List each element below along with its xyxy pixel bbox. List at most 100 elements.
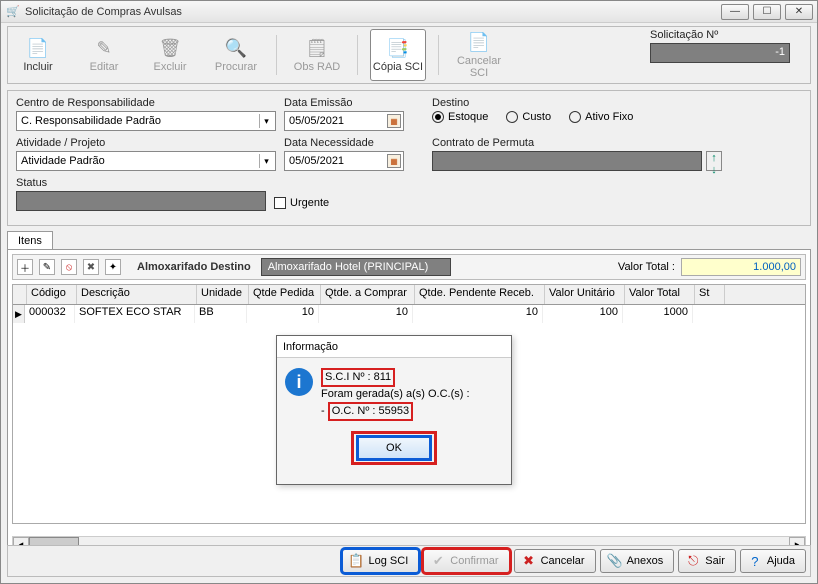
item-edit-button[interactable]: ✎ xyxy=(39,259,55,275)
centro-dropdown[interactable]: C. Responsabilidade Padrão ▾ xyxy=(16,111,276,131)
copy-icon: 📑 xyxy=(387,37,409,59)
col-status[interactable]: St xyxy=(695,285,725,304)
check-icon: ✔ xyxy=(430,553,446,569)
cancelar-button[interactable]: ✖Cancelar xyxy=(514,549,596,573)
data-necessidade-input[interactable]: 05/05/2021 ▦ xyxy=(284,151,404,171)
table-row[interactable]: ▶ 000032 SOFTEX ECO STAR BB 10 10 10 100… xyxy=(13,305,805,323)
contrato-sort-button[interactable]: ↑↓ xyxy=(706,151,722,171)
procurar-button: 🔍Procurar xyxy=(208,29,264,81)
cancel-icon: ✖ xyxy=(521,553,537,569)
destino-radiogroup: Estoque Custo Ativo Fixo xyxy=(432,111,633,123)
col-valor-total[interactable]: Valor Total xyxy=(625,285,695,304)
status-label: Status xyxy=(16,177,266,189)
confirmar-button: ✔Confirmar xyxy=(423,549,509,573)
editar-button: ✎Editar xyxy=(76,29,132,81)
row-selector-header xyxy=(13,285,27,304)
anexos-button[interactable]: 📎Anexos xyxy=(600,549,675,573)
dialog-ok-button[interactable]: OK xyxy=(358,437,430,459)
destino-label: Destino xyxy=(432,97,633,109)
col-valor-unitario[interactable]: Valor Unitário xyxy=(545,285,625,304)
copia-sci-button[interactable]: 📑Cópia SCI xyxy=(370,29,426,81)
attachment-icon: 📎 xyxy=(607,553,623,569)
col-unidade[interactable]: Unidade xyxy=(197,285,249,304)
dialog-title: Informação xyxy=(277,336,511,358)
cell-unidade: BB xyxy=(195,305,247,323)
chevron-down-icon: ▾ xyxy=(259,154,273,168)
urgente-checkbox[interactable] xyxy=(274,197,286,209)
excluir-button: 🗑Excluir xyxy=(142,29,198,81)
dialog-text: Foram gerada(s) a(s) O.C.(s) : xyxy=(321,388,470,400)
col-descricao[interactable]: Descrição xyxy=(77,285,197,304)
centro-label: Centro de Responsabilidade xyxy=(16,97,276,109)
data-emissao-label: Data Emissão xyxy=(284,97,404,109)
solicitacao-value: -1 xyxy=(650,43,790,63)
destino-ativo-radio[interactable]: Ativo Fixo xyxy=(569,111,633,123)
tab-itens[interactable]: Itens xyxy=(7,231,53,250)
radio-icon xyxy=(432,111,444,123)
info-icon: i xyxy=(285,368,313,396)
data-necessidade-value: 05/05/2021 xyxy=(289,155,344,167)
data-emissao-value: 05/05/2021 xyxy=(289,115,344,127)
toolbar-separator xyxy=(276,35,277,75)
toolbar-separator xyxy=(357,35,358,75)
contrato-label: Contrato de Permuta xyxy=(432,137,722,149)
calendar-icon[interactable]: ▦ xyxy=(387,154,401,168)
minimize-button[interactable]: — xyxy=(721,4,749,20)
atividade-value: Atividade Padrão xyxy=(21,155,105,167)
grid-header: Código Descrição Unidade Qtde Pedida Qtd… xyxy=(13,285,805,305)
col-qtde-pedida[interactable]: Qtde Pedida xyxy=(249,285,321,304)
oc-number: O.C. Nº : 55953 xyxy=(328,402,413,421)
maximize-button[interactable]: ☐ xyxy=(753,4,781,20)
ajuda-button[interactable]: ?Ajuda xyxy=(740,549,806,573)
exit-icon: ⎋ xyxy=(685,553,701,569)
help-icon: ? xyxy=(747,553,763,569)
sci-number: S.C.I Nº : 811 xyxy=(321,368,395,387)
cancelar-sci-button: 📄Cancelar SCI xyxy=(451,29,507,81)
window-title: Solicitação de Compras Avulsas xyxy=(25,6,721,18)
destino-estoque-radio[interactable]: Estoque xyxy=(432,111,488,123)
atividade-dropdown[interactable]: Atividade Padrão ▾ xyxy=(16,151,276,171)
items-toolbar: ＋ ✎ ⦸ ✖ ✦ Almoxarifado Destino Almoxarif… xyxy=(12,254,806,280)
app-window: 🛒 Solicitação de Compras Avulsas — ☐ ✕ 📄… xyxy=(0,0,818,584)
item-add-button[interactable]: ＋ xyxy=(17,259,33,275)
destino-custo-radio[interactable]: Custo xyxy=(506,111,551,123)
data-necessidade-label: Data Necessidade xyxy=(284,137,404,149)
almox-label: Almoxarifado Destino xyxy=(137,261,251,273)
app-icon: 🛒 xyxy=(5,4,21,20)
col-qtde-pendente[interactable]: Qtde. Pendente Receb. xyxy=(415,285,545,304)
row-indicator-icon: ▶ xyxy=(13,305,25,323)
footer-bar: 📋Log SCI ✔Confirmar ✖Cancelar 📎Anexos ⎋S… xyxy=(7,545,811,577)
note-icon: 🗒 xyxy=(306,37,329,59)
main-toolbar: 📄Incluir ✎Editar 🗑Excluir 🔍Procurar 🗒Obs… xyxy=(7,26,811,84)
col-codigo[interactable]: Código xyxy=(27,285,77,304)
col-qtde-comprar[interactable]: Qtde. a Comprar xyxy=(321,285,415,304)
dialog-prefix: - xyxy=(321,405,328,417)
contrato-field[interactable] xyxy=(432,151,702,171)
valor-total-label: Valor Total : xyxy=(618,261,675,273)
status-field xyxy=(16,191,266,211)
toolbar-separator xyxy=(438,35,439,75)
cancel-doc-icon: 📄 xyxy=(468,31,490,53)
cell-qtde-comprar: 10 xyxy=(319,305,413,323)
item-delete-button[interactable]: ⦸ xyxy=(61,259,77,275)
centro-value: C. Responsabilidade Padrão xyxy=(21,115,161,127)
cell-descricao: SOFTEX ECO STAR xyxy=(75,305,195,323)
item-cancel-button[interactable]: ✖ xyxy=(83,259,99,275)
radio-icon xyxy=(506,111,518,123)
radio-icon xyxy=(569,111,581,123)
new-doc-icon: 📄 xyxy=(27,37,49,59)
item-filter-button[interactable]: ✦ xyxy=(105,259,121,275)
tabs: Itens xyxy=(7,230,811,249)
data-emissao-input[interactable]: 05/05/2021 ▦ xyxy=(284,111,404,131)
edit-icon: ✎ xyxy=(96,37,111,59)
log-sci-button[interactable]: 📋Log SCI xyxy=(342,549,420,573)
close-button[interactable]: ✕ xyxy=(785,4,813,20)
incluir-button[interactable]: 📄Incluir xyxy=(10,29,66,81)
solicitacao-label: Solicitação Nº xyxy=(650,29,800,41)
cell-valor-unit: 100 xyxy=(543,305,623,323)
urgente-label: Urgente xyxy=(290,197,329,209)
cell-qtde-pedida: 10 xyxy=(247,305,319,323)
sair-button[interactable]: ⎋Sair xyxy=(678,549,736,573)
cell-qtde-pendente: 10 xyxy=(413,305,543,323)
calendar-icon[interactable]: ▦ xyxy=(387,114,401,128)
